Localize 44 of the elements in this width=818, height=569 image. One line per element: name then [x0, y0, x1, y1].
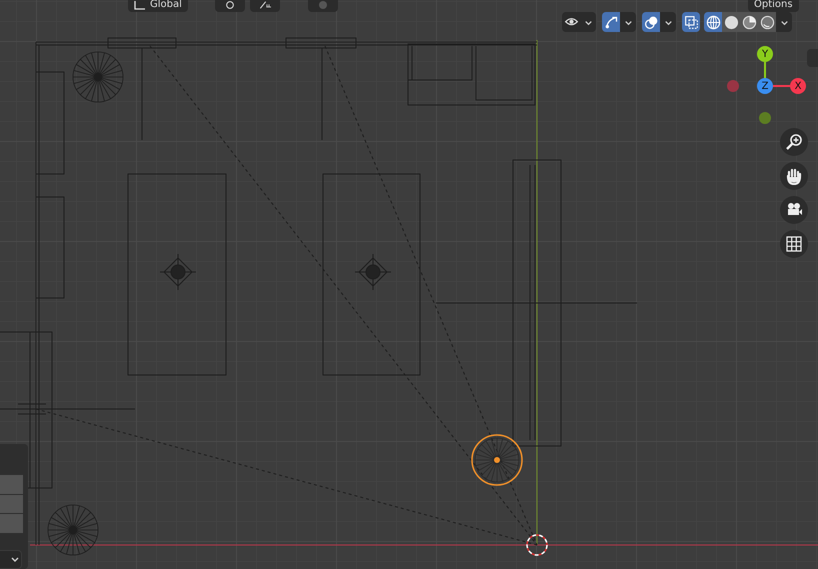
dropdown-field[interactable] — [0, 550, 22, 569]
snap-button[interactable] — [250, 0, 280, 12]
x-axis-button[interactable]: X — [790, 78, 806, 94]
negative-y-axis-dot — [759, 112, 771, 124]
zoom-icon — [785, 133, 803, 151]
axes-icon — [134, 0, 146, 10]
rendered-icon — [760, 14, 774, 30]
negative-x-axis-dot — [727, 80, 739, 92]
overlay-icon — [644, 14, 658, 30]
3d-cursor-icon — [526, 534, 548, 556]
input-field[interactable] — [0, 475, 23, 494]
lamp-wireframe-drawing — [72, 52, 124, 102]
gizmo-icon — [604, 14, 618, 30]
solid-icon — [724, 14, 738, 30]
dropdown-button[interactable] — [620, 12, 636, 32]
dropdown-button[interactable] — [660, 12, 676, 32]
zoom-button[interactable] — [780, 128, 808, 156]
y-axis-line — [764, 62, 766, 78]
window-outline — [286, 38, 356, 48]
overlay-toggle[interactable] — [642, 12, 660, 32]
xray-toggle[interactable] — [682, 12, 700, 32]
camera-button[interactable] — [780, 196, 808, 224]
xray-icon — [684, 14, 698, 30]
hand-icon — [785, 167, 803, 185]
grid-icon — [785, 235, 803, 253]
dropdown-button[interactable] — [580, 12, 596, 32]
rendered-shading-button[interactable] — [758, 12, 776, 32]
lamp-wireframe-drawing — [48, 504, 98, 556]
x-axis-line — [773, 85, 790, 87]
grid-button[interactable] — [780, 230, 808, 258]
gizmo-toggle[interactable] — [602, 12, 620, 32]
dropdown-button[interactable] — [776, 12, 792, 32]
y-axis-button[interactable]: Y — [757, 46, 773, 62]
input-field[interactable] — [0, 514, 23, 532]
pivot-button[interactable] — [215, 0, 245, 12]
input-field[interactable] — [0, 494, 23, 513]
pan-button[interactable] — [780, 162, 808, 190]
visibility-toggle[interactable] — [562, 12, 580, 32]
window-outline — [108, 38, 176, 48]
solid-shading-button[interactable] — [722, 12, 740, 32]
z-axis-button[interactable]: Z — [757, 78, 773, 94]
material-icon — [742, 14, 756, 30]
wireframe-shading-button[interactable] — [704, 12, 722, 32]
wireframe-icon — [706, 14, 720, 30]
